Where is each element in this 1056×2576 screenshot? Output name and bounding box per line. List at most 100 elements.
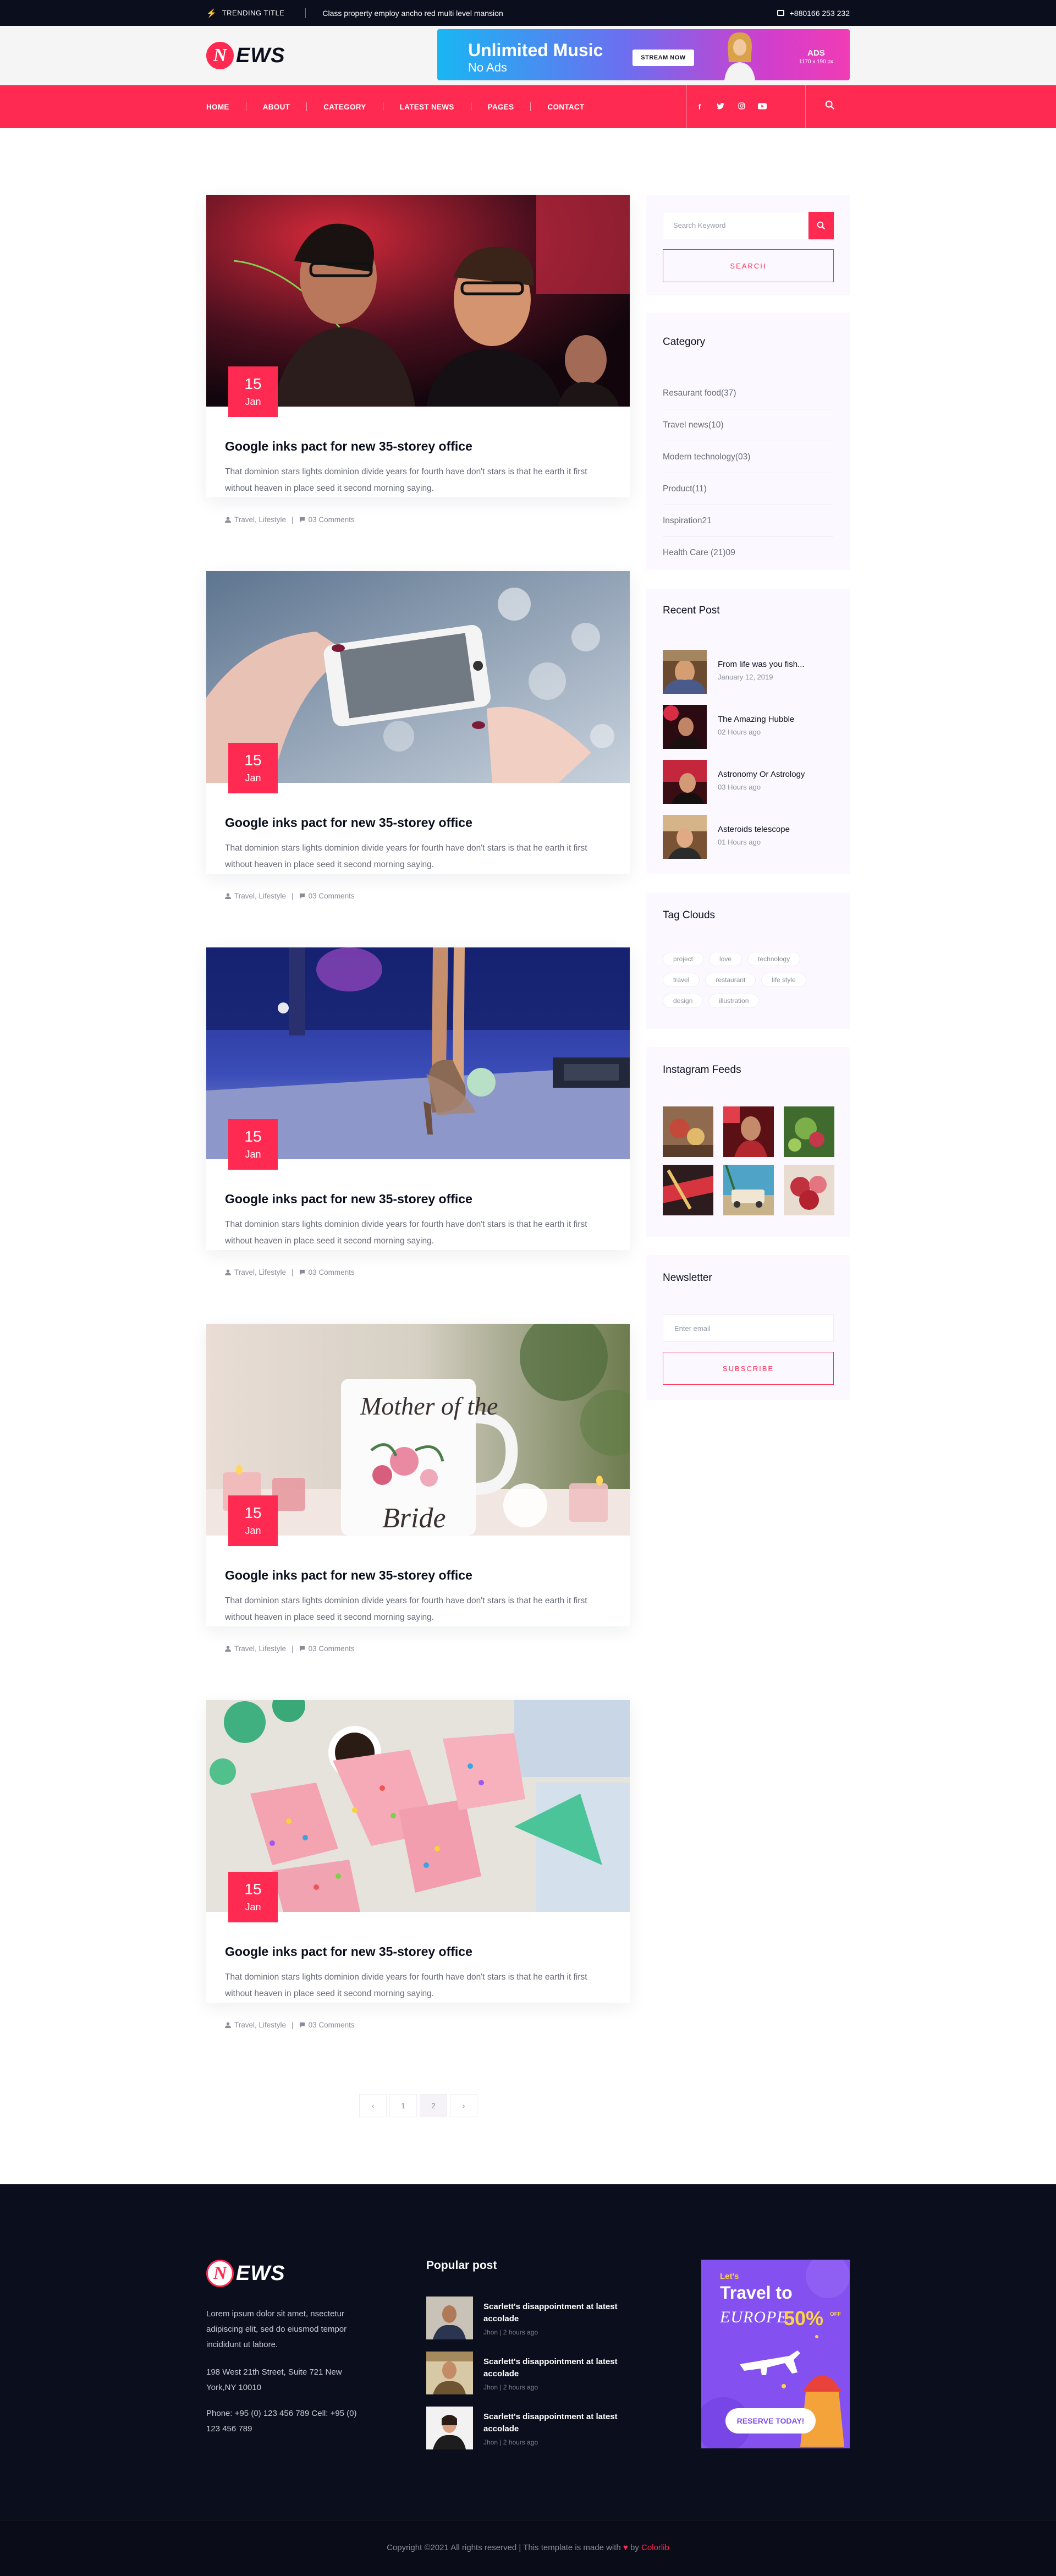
- recent-post-date: 01 Hours ago: [718, 838, 761, 846]
- category-item[interactable]: Inspiration21: [663, 505, 833, 537]
- nav-about[interactable]: ABOUT: [263, 103, 290, 111]
- popular-post-item[interactable]: Scarlett's disappointment at latest acco…: [426, 2352, 646, 2396]
- recent-post-thumb: [663, 705, 707, 749]
- nav-latest-news[interactable]: LATEST NEWS: [400, 103, 454, 111]
- widget-title: Recent Post: [663, 605, 720, 616]
- tag-item[interactable]: design: [663, 994, 703, 1008]
- popular-post-headline[interactable]: Scarlett's disappointment at latest acco…: [483, 2301, 626, 2325]
- trending-headline[interactable]: Class property employ ancho red multi le…: [322, 9, 503, 18]
- post-comments[interactable]: 03 Comments: [309, 1268, 355, 1276]
- twitter-icon[interactable]: [716, 102, 725, 111]
- recent-post-item[interactable]: Astronomy Or Astrology 03 Hours ago: [663, 760, 839, 804]
- user-icon: [225, 1269, 231, 1275]
- nav-home[interactable]: HOME: [206, 103, 229, 111]
- stream-now-button[interactable]: STREAM NOW: [632, 50, 694, 66]
- logo-text: EWS: [236, 43, 285, 67]
- recent-post-item[interactable]: The Amazing Hubble 02 Hours ago: [663, 705, 839, 749]
- tag-item[interactable]: technology: [747, 952, 801, 966]
- nav-search-icon[interactable]: [825, 100, 836, 111]
- recent-post-date: January 12, 2019: [718, 673, 773, 681]
- recent-post-item[interactable]: Asteroids telescope 01 Hours ago: [663, 815, 839, 859]
- recent-post-date: 02 Hours ago: [718, 728, 761, 736]
- post-title[interactable]: Google inks pact for new 35-storey offic…: [225, 1192, 472, 1207]
- post-excerpt: That dominion stars lights dominion divi…: [225, 467, 587, 493]
- post-title[interactable]: Google inks pact for new 35-storey offic…: [225, 815, 472, 830]
- tag-item[interactable]: life style: [761, 973, 806, 987]
- category-item[interactable]: Resaurant food(37): [663, 377, 833, 409]
- site-logo[interactable]: N EWS: [206, 42, 285, 69]
- tag-item[interactable]: travel: [663, 973, 700, 987]
- recent-post-thumb: [663, 650, 707, 694]
- category-item[interactable]: Travel news(10): [663, 409, 833, 441]
- email-field[interactable]: Enter email: [663, 1314, 834, 1342]
- subscribe-button[interactable]: SUBSCRIBE: [663, 1352, 834, 1385]
- category-item[interactable]: Product(11): [663, 473, 833, 505]
- next-page-button[interactable]: ›: [450, 2094, 477, 2117]
- post-comments[interactable]: 03 Comments: [309, 1645, 355, 1653]
- recent-post-title[interactable]: Astronomy Or Astrology: [718, 770, 805, 779]
- recent-post-title[interactable]: The Amazing Hubble: [718, 715, 794, 724]
- post-comments[interactable]: 03 Comments: [309, 516, 355, 524]
- recent-post-title[interactable]: Asteroids telescope: [718, 825, 790, 834]
- recent-post-title[interactable]: From life was you fish...: [718, 660, 805, 669]
- post-title[interactable]: Google inks pact for new 35-storey offic…: [225, 1568, 472, 1583]
- post-title[interactable]: Google inks pact for new 35-storey offic…: [225, 1944, 472, 1959]
- instagram-icon[interactable]: [737, 102, 746, 111]
- post-date-badge: 15 Jan: [228, 1119, 278, 1170]
- popular-post-headline[interactable]: Scarlett's disappointment at latest acco…: [483, 2411, 626, 2435]
- instagram-image[interactable]: [663, 1106, 713, 1157]
- instagram-image[interactable]: [784, 1165, 834, 1215]
- reserve-today-button[interactable]: RESERVE TODAY!: [725, 2408, 816, 2434]
- comment-icon: [299, 1646, 305, 1652]
- post-categories[interactable]: Travel, Lifestyle: [234, 892, 286, 900]
- post-categories[interactable]: Travel, Lifestyle: [234, 2021, 286, 2029]
- post-title[interactable]: Google inks pact for new 35-storey offic…: [225, 439, 472, 454]
- tag-item[interactable]: restaurant: [705, 973, 756, 987]
- svg-text:Mother of the: Mother of the: [360, 1392, 498, 1420]
- recent-post-item[interactable]: From life was you fish... January 12, 20…: [663, 650, 839, 694]
- tag-list: project love technology travel restauran…: [663, 952, 839, 1008]
- post-categories[interactable]: Travel, Lifestyle: [234, 1268, 286, 1276]
- tag-item[interactable]: love: [709, 952, 743, 966]
- instagram-widget: Instagram Feeds: [646, 1047, 850, 1237]
- phone-contact[interactable]: +880166 253 232: [777, 9, 850, 18]
- search-icon-button[interactable]: [809, 212, 834, 239]
- search-button[interactable]: SEARCH: [663, 249, 834, 282]
- nav-pages[interactable]: PAGES: [488, 103, 514, 111]
- post-comments[interactable]: 03 Comments: [309, 892, 355, 900]
- page-button[interactable]: 1: [389, 2094, 417, 2117]
- travel-promo-banner[interactable]: Let's Travel to EUROPE 50% OFF RESERVE T…: [701, 2260, 850, 2448]
- post-categories[interactable]: Travel, Lifestyle: [234, 516, 286, 524]
- category-item[interactable]: Modern technology(03): [663, 441, 833, 473]
- instagram-image[interactable]: [784, 1106, 834, 1157]
- nav-divider: [306, 102, 307, 111]
- header-ad-banner[interactable]: Unlimited Music No Ads STREAM NOW ADS 11…: [437, 29, 850, 80]
- facebook-icon[interactable]: f: [695, 102, 704, 111]
- nav-category[interactable]: CATEGORY: [323, 103, 366, 111]
- instagram-image[interactable]: [723, 1165, 774, 1215]
- comment-icon: [299, 893, 305, 899]
- nav-contact[interactable]: CONTACT: [547, 103, 584, 111]
- post-comments[interactable]: 03 Comments: [309, 2021, 355, 2029]
- widget-title: Newsletter: [663, 1272, 712, 1284]
- footer-logo[interactable]: N EWS: [206, 2260, 285, 2287]
- tag-cloud-widget: Tag Clouds project love technology trave…: [646, 892, 850, 1029]
- popular-post-item[interactable]: Scarlett's disappointment at latest acco…: [426, 2297, 646, 2341]
- popular-post-item[interactable]: Scarlett's disappointment at latest acco…: [426, 2407, 646, 2451]
- tag-item[interactable]: project: [663, 952, 704, 966]
- promo-europe: EUROPE: [720, 2308, 788, 2326]
- post-categories[interactable]: Travel, Lifestyle: [234, 1645, 286, 1653]
- top-bar: ⚡ TRENDING TITLE Class property employ a…: [0, 0, 1056, 26]
- youtube-icon[interactable]: [758, 102, 767, 111]
- page-button-active[interactable]: 2: [420, 2094, 447, 2117]
- prev-page-button[interactable]: ‹: [359, 2094, 387, 2117]
- popular-post-headline[interactable]: Scarlett's disappointment at latest acco…: [483, 2356, 626, 2380]
- colorlib-link[interactable]: Colorlib: [641, 2543, 669, 2552]
- category-item[interactable]: Health Care (21)09: [663, 537, 833, 569]
- search-input[interactable]: Search Keyword: [663, 212, 809, 239]
- popular-post-meta: Jhon | 2 hours ago: [483, 2438, 538, 2446]
- comment-icon: [299, 1269, 305, 1275]
- instagram-image[interactable]: [723, 1106, 774, 1157]
- tag-item[interactable]: illustration: [708, 994, 760, 1008]
- instagram-image[interactable]: [663, 1165, 713, 1215]
